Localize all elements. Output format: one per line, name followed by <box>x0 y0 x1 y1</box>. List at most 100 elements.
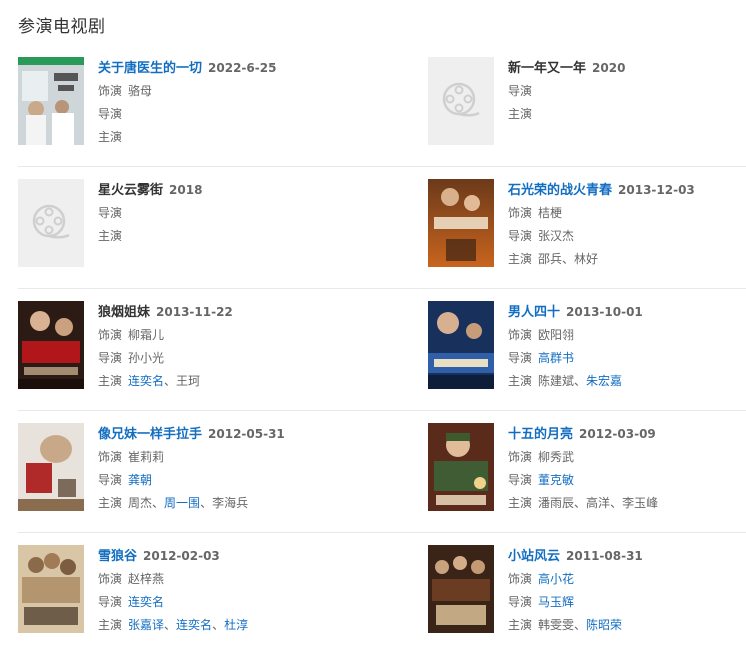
work-title-line: 石光荣的战火青春 2013-12-03 <box>508 179 746 202</box>
work-title-link[interactable]: 小站风云 <box>508 549 560 564</box>
role-name: 柳秀武 <box>538 450 575 464</box>
cast-line: 主演 <box>508 103 746 126</box>
tv-work-card: 新一年又一年 2020 导演 主演 <box>428 57 746 147</box>
work-title-link[interactable]: 像兄妹一样手拉手 <box>98 427 202 442</box>
cast-label: 主演 <box>508 107 533 121</box>
director-line: 导演 孙小光 <box>98 347 338 370</box>
poster-image[interactable] <box>18 423 84 511</box>
cast-name-link[interactable]: 杜淳 <box>224 618 248 632</box>
work-date: 2020 <box>592 61 626 75</box>
tv-work-card: 雪狼谷 2012-02-03 饰演 赵梓燕 导演 连奕名 主演 张嘉译、连奕名、杜淳 <box>18 545 338 635</box>
work-title-line: 狼烟姐妹 2013-11-22 <box>98 301 338 324</box>
work-title-link[interactable]: 关于唐医生的一切 <box>98 61 202 76</box>
name-separator: 、 <box>212 618 225 632</box>
cast-label: 主演 <box>508 618 533 632</box>
cast-name: 周杰 <box>128 496 153 510</box>
cast-name: 潘雨辰 <box>538 496 575 510</box>
work-info: 男人四十 2013-10-01 饰演 欧阳翎 导演 高群书 主演 陈建斌、朱宏嘉 <box>508 301 746 393</box>
name-separator: 、 <box>200 496 213 510</box>
cast-name-link[interactable]: 周一围 <box>164 496 200 510</box>
poster-image[interactable] <box>18 545 84 633</box>
director-name-link[interactable]: 高群书 <box>538 351 574 365</box>
director-label: 导演 <box>98 595 123 609</box>
role-name: 骆母 <box>128 84 153 98</box>
director-name-link[interactable]: 马玉辉 <box>538 595 574 609</box>
work-title-link[interactable]: 星火云雾街 <box>98 183 163 198</box>
cast-label: 主演 <box>98 618 123 632</box>
poster-image[interactable] <box>428 545 494 633</box>
cast-name-link[interactable]: 朱宏嘉 <box>586 374 622 388</box>
director-name-link[interactable]: 龚朝 <box>128 473 152 487</box>
director-label: 导演 <box>508 351 533 365</box>
name-separator: 、 <box>152 496 165 510</box>
work-title-line: 关于唐医生的一切 2022-6-25 <box>98 57 338 80</box>
work-info: 雪狼谷 2012-02-03 饰演 赵梓燕 导演 连奕名 主演 张嘉译、连奕名、杜淳 <box>98 545 338 637</box>
poster-image[interactable] <box>18 301 84 389</box>
cast-label: 主演 <box>98 229 123 243</box>
work-date: 2013-11-22 <box>156 305 233 319</box>
role-label: 饰演 <box>98 572 123 586</box>
work-title-link[interactable]: 狼烟姐妹 <box>98 305 150 320</box>
work-title-line: 男人四十 2013-10-01 <box>508 301 746 324</box>
cast-name-link[interactable]: 连奕名 <box>176 618 212 632</box>
work-date: 2013-12-03 <box>618 183 695 197</box>
role-name: 赵梓燕 <box>128 572 165 586</box>
director-label: 导演 <box>98 351 123 365</box>
role-line: 饰演 柳霜儿 <box>98 324 338 347</box>
cast-line: 主演 潘雨辰、高洋、李玉峰 <box>508 492 746 515</box>
poster-image[interactable] <box>428 423 494 511</box>
director-label: 导演 <box>98 107 123 121</box>
director-label: 导演 <box>508 229 533 243</box>
work-title-link[interactable]: 男人四十 <box>508 305 560 320</box>
poster-image[interactable] <box>428 301 494 389</box>
name-separator: 、 <box>164 374 177 388</box>
cast-name-link[interactable]: 连奕名 <box>128 374 164 388</box>
role-label: 饰演 <box>508 206 533 220</box>
role-name-link[interactable]: 高小花 <box>538 572 574 586</box>
cast-label: 主演 <box>98 130 123 144</box>
cast-name: 邵兵 <box>538 252 563 266</box>
cast-label: 主演 <box>508 496 533 510</box>
name-separator: 、 <box>574 618 587 632</box>
director-name-link[interactable]: 连奕名 <box>128 595 164 609</box>
role-name: 崔莉莉 <box>128 450 165 464</box>
poster-image[interactable] <box>18 57 84 145</box>
work-title-line: 十五的月亮 2012-03-09 <box>508 423 746 446</box>
director-label: 导演 <box>98 206 123 220</box>
works-row: 像兄妹一样手拉手 2012-05-31 饰演 崔莉莉 导演 龚朝 主演 周杰、周一围、李海兵十… <box>18 411 746 533</box>
tv-work-card: 关于唐医生的一切 2022-6-25 饰演 骆母 导演 主演 <box>18 57 338 147</box>
cast-name-link[interactable]: 张嘉译 <box>128 618 164 632</box>
director-line: 导演 <box>98 103 338 126</box>
film-reel-placeholder-icon[interactable] <box>428 57 494 145</box>
work-title-link[interactable]: 石光荣的战火青春 <box>508 183 612 198</box>
director-label: 导演 <box>508 473 533 487</box>
name-separator: 、 <box>610 496 623 510</box>
tv-work-card: 男人四十 2013-10-01 饰演 欧阳翎 导演 高群书 主演 陈建斌、朱宏嘉 <box>428 301 746 391</box>
work-title-link[interactable]: 新一年又一年 <box>508 61 586 76</box>
poster-image[interactable] <box>428 179 494 267</box>
work-title-line: 雪狼谷 2012-02-03 <box>98 545 338 568</box>
film-reel-placeholder-icon[interactable] <box>18 179 84 267</box>
work-info: 关于唐医生的一切 2022-6-25 饰演 骆母 导演 主演 <box>98 57 338 149</box>
cast-name-link[interactable]: 陈昭荣 <box>586 618 622 632</box>
role-line: 饰演 崔莉莉 <box>98 446 338 469</box>
work-date: 2012-02-03 <box>143 549 220 563</box>
work-title-line: 像兄妹一样手拉手 2012-05-31 <box>98 423 338 446</box>
role-label: 饰演 <box>508 572 533 586</box>
work-date: 2012-03-09 <box>579 427 656 441</box>
cast-label: 主演 <box>508 374 533 388</box>
work-title-link[interactable]: 十五的月亮 <box>508 427 573 442</box>
tv-work-card: 像兄妹一样手拉手 2012-05-31 饰演 崔莉莉 导演 龚朝 主演 周杰、周一围、李海兵 <box>18 423 338 513</box>
work-info: 星火云雾街 2018 导演 主演 <box>98 179 338 248</box>
director-name-link[interactable]: 董克敏 <box>538 473 574 487</box>
role-line: 饰演 赵梓燕 <box>98 568 338 591</box>
cast-label: 主演 <box>98 374 123 388</box>
work-title-link[interactable]: 雪狼谷 <box>98 549 137 564</box>
cast-name: 林好 <box>574 252 599 266</box>
role-label: 饰演 <box>98 450 123 464</box>
role-label: 饰演 <box>508 450 533 464</box>
name-separator: 、 <box>562 252 575 266</box>
cast-name: 王珂 <box>176 374 201 388</box>
cast-name: 李海兵 <box>212 496 249 510</box>
works-row: 星火云雾街 2018 导演 主演 石光荣的战火青春 2013-12-03 饰演 桔梗 导演 张汉杰… <box>18 167 746 289</box>
